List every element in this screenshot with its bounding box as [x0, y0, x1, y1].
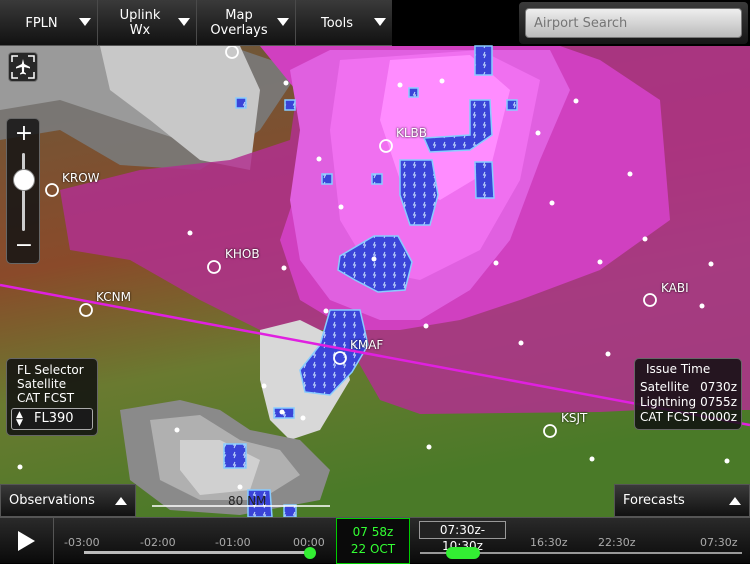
fl-selector-title: FL Selector	[17, 363, 84, 377]
forecasts-label: Forecasts	[623, 493, 685, 508]
obs-slider-fill	[84, 551, 310, 554]
tools-label: Tools	[320, 15, 354, 31]
timeline-bar: -03:00 -02:00 -01:00 00:00 07 58z 22 OCT…	[0, 517, 750, 564]
issue-time-row: Satellite 0730z	[640, 380, 737, 394]
issue-time-row: Lightning 0755z	[640, 395, 737, 409]
tools-button[interactable]: Tools	[296, 0, 392, 46]
fl-selector-product: Satellite	[17, 377, 67, 391]
zoom-slider-track[interactable]	[22, 153, 25, 231]
expand-up-icon	[115, 497, 127, 505]
fpln-button[interactable]: FPLN	[0, 0, 98, 46]
play-icon	[18, 531, 35, 551]
airport-label-khob[interactable]: KHOB	[225, 247, 260, 261]
map-overlays-label: Map Overlays	[210, 8, 268, 38]
airport-label-kcnm[interactable]: KCNM	[96, 290, 131, 304]
dropdown-caret-icon	[178, 18, 190, 26]
current-time-display: 07 58z 22 OCT	[336, 518, 410, 564]
obs-slider-knob[interactable]	[304, 547, 316, 559]
dropdown-caret-icon	[79, 18, 91, 26]
play-button[interactable]	[0, 518, 54, 564]
fl-selector-panel: FL Selector Satellite CAT FCST ▲ ▼ FL390	[6, 358, 98, 436]
obs-time-label: -02:00	[140, 536, 176, 549]
zoom-out-button[interactable]: −	[7, 233, 41, 261]
zoom-slider-knob[interactable]	[13, 169, 35, 191]
search-container	[519, 2, 748, 44]
airport-label-kabi[interactable]: KABI	[661, 281, 689, 295]
map-scale-label: 80 NM	[228, 494, 267, 508]
forecast-range-label: 07:30z-10:30z	[419, 521, 506, 553]
observations-button[interactable]: Observations	[0, 484, 136, 517]
expand-up-icon	[729, 497, 741, 505]
center-aircraft-button[interactable]	[8, 52, 38, 82]
forecasts-button[interactable]: Forecasts	[614, 484, 750, 517]
airport-label-krow[interactable]: KROW	[62, 171, 100, 185]
fl-selector-cat: CAT FCST	[17, 391, 75, 405]
airplane-icon	[11, 55, 35, 79]
fpln-label: FPLN	[25, 15, 58, 31]
up-down-arrows-icon: ▲ ▼	[16, 410, 23, 428]
airport-search-input[interactable]	[525, 8, 742, 38]
issue-time-row: CAT FCST 0000z	[640, 410, 737, 424]
forecast-time-label: 07:30z	[700, 536, 738, 549]
dropdown-caret-icon	[374, 18, 386, 26]
obs-time-label: -01:00	[215, 536, 251, 549]
flight-level-select[interactable]: ▲ ▼ FL390	[11, 408, 93, 430]
zoom-control: + −	[6, 118, 40, 264]
weather-map[interactable]	[0, 0, 750, 563]
forecast-time-label: 22:30z	[598, 536, 636, 549]
obs-slider-track[interactable]	[84, 551, 310, 554]
observations-label: Observations	[9, 493, 95, 508]
uplink-wx-button[interactable]: Uplink Wx	[98, 0, 197, 46]
current-time: 07 58z	[352, 525, 394, 539]
zoom-in-button[interactable]: +	[7, 121, 41, 149]
forecast-time-label: 16:30z	[530, 536, 568, 549]
top-toolbar: FPLN Uplink Wx Map Overlays Tools	[0, 0, 392, 46]
dropdown-caret-icon	[277, 18, 289, 26]
obs-time-label: -03:00	[64, 536, 100, 549]
airport-label-klbb[interactable]: KLBB	[396, 126, 427, 140]
current-date: 22 OCT	[350, 542, 396, 556]
flight-level-value: FL390	[34, 411, 74, 426]
airport-label-ksjt[interactable]: KSJT	[561, 411, 587, 425]
forecast-range-handle[interactable]	[446, 547, 480, 559]
map-overlays-button[interactable]: Map Overlays	[197, 0, 296, 46]
issue-time-panel: Issue Time Satellite 0730z Lightning 0755z…	[634, 358, 742, 430]
uplink-wx-label: Uplink Wx	[119, 8, 161, 38]
issue-time-title: Issue Time	[646, 362, 711, 376]
airport-label-kmaf[interactable]: KMAF	[350, 338, 383, 352]
